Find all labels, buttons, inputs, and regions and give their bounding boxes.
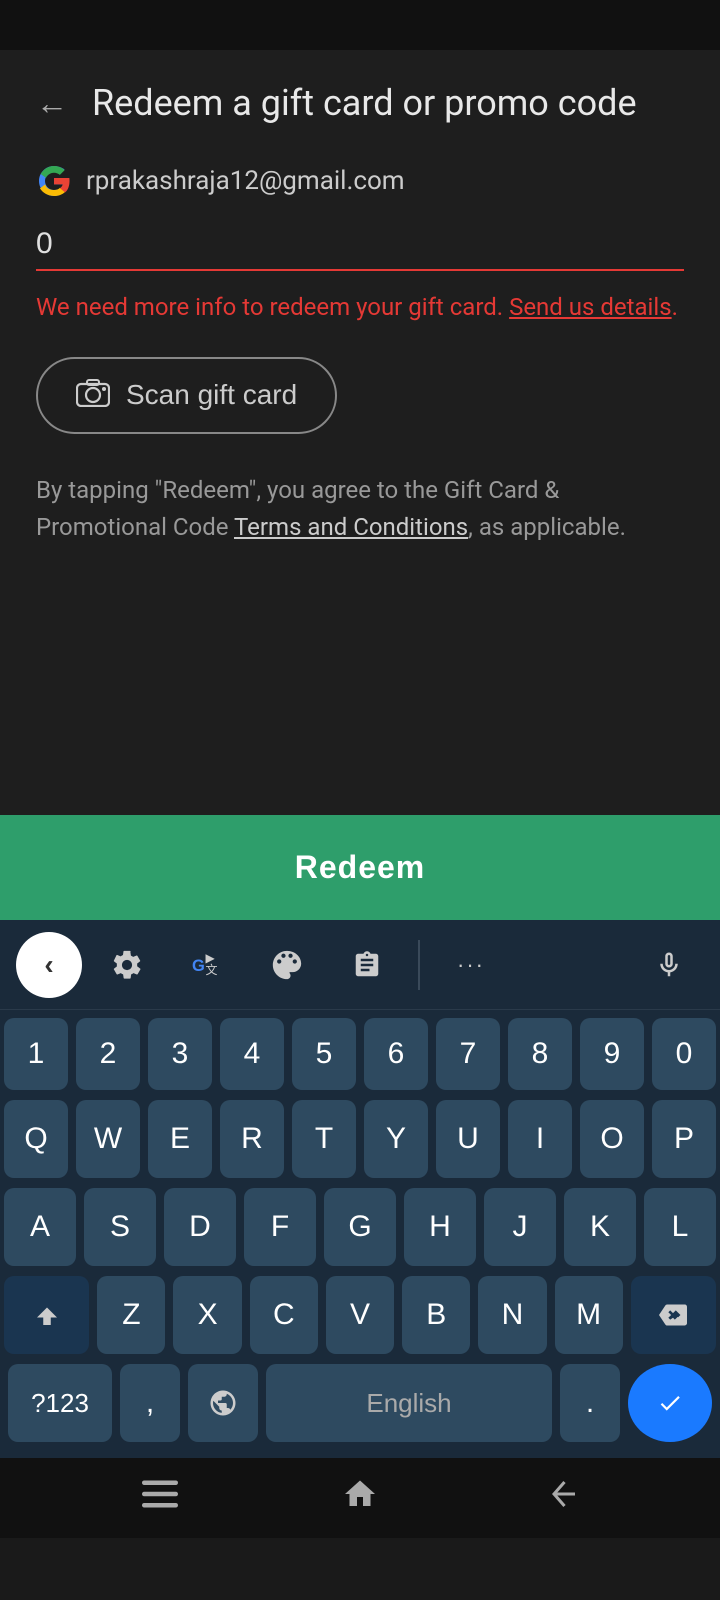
key-v[interactable]: V bbox=[326, 1276, 394, 1354]
globe-key[interactable] bbox=[188, 1364, 258, 1442]
redeem-button[interactable]: Redeem bbox=[0, 815, 720, 920]
key-n[interactable]: N bbox=[478, 1276, 546, 1354]
terms-link[interactable]: Terms and Conditions bbox=[234, 513, 468, 541]
header: ← Redeem a gift card or promo code bbox=[36, 80, 684, 127]
key-o[interactable]: O bbox=[580, 1100, 644, 1178]
key-3[interactable]: 3 bbox=[148, 1018, 212, 1090]
asdf-row: A S D F G H J K L bbox=[4, 1188, 716, 1266]
scan-button-label: Scan gift card bbox=[126, 379, 297, 411]
key-0[interactable]: 0 bbox=[652, 1018, 716, 1090]
key-r[interactable]: R bbox=[220, 1100, 284, 1178]
key-5[interactable]: 5 bbox=[292, 1018, 356, 1090]
main-content: ← Redeem a gift card or promo code rprak… bbox=[0, 50, 720, 920]
key-d[interactable]: D bbox=[164, 1188, 236, 1266]
key-e[interactable]: E bbox=[148, 1100, 212, 1178]
key-w[interactable]: W bbox=[76, 1100, 140, 1178]
input-container bbox=[36, 221, 684, 271]
key-k[interactable]: K bbox=[564, 1188, 636, 1266]
send-details-link[interactable]: Send us details bbox=[509, 293, 672, 321]
key-9[interactable]: 9 bbox=[580, 1018, 644, 1090]
key-b[interactable]: B bbox=[402, 1276, 470, 1354]
key-x[interactable]: X bbox=[173, 1276, 241, 1354]
zxcv-row: Z X C V B N M bbox=[4, 1276, 716, 1354]
key-i[interactable]: I bbox=[508, 1100, 572, 1178]
key-6[interactable]: 6 bbox=[364, 1018, 428, 1090]
key-p[interactable]: P bbox=[652, 1100, 716, 1178]
key-g[interactable]: G bbox=[324, 1188, 396, 1266]
shift-key[interactable] bbox=[4, 1276, 89, 1354]
promo-code-input[interactable] bbox=[36, 221, 684, 271]
key-t[interactable]: T bbox=[292, 1100, 356, 1178]
scan-gift-card-button[interactable]: Scan gift card bbox=[36, 357, 337, 434]
keyboard-area: ‹ G ▶ 文 ··· 1 2 3 4 bbox=[0, 920, 720, 1458]
number-row: 1 2 3 4 5 6 7 8 9 0 bbox=[4, 1018, 716, 1090]
key-2[interactable]: 2 bbox=[76, 1018, 140, 1090]
period-key[interactable]: . bbox=[560, 1364, 620, 1442]
key-c[interactable]: C bbox=[250, 1276, 318, 1354]
key-h[interactable]: H bbox=[404, 1188, 476, 1266]
space-key[interactable]: English bbox=[266, 1364, 552, 1442]
back-button[interactable]: ← bbox=[36, 84, 68, 122]
qwerty-row: Q W E R T Y U I O P bbox=[4, 1100, 716, 1178]
page-title: Redeem a gift card or promo code bbox=[92, 80, 637, 127]
key-f[interactable]: F bbox=[244, 1188, 316, 1266]
key-s[interactable]: S bbox=[84, 1188, 156, 1266]
error-message: We need more info to redeem your gift ca… bbox=[36, 289, 684, 325]
keyboard: 1 2 3 4 5 6 7 8 9 0 Q W E R T Y U I O P … bbox=[0, 1010, 720, 1458]
key-q[interactable]: Q bbox=[4, 1100, 68, 1178]
keyboard-more-button[interactable]: ··· bbox=[436, 930, 506, 1000]
key-l[interactable]: L bbox=[644, 1188, 716, 1266]
svg-text:G: G bbox=[192, 957, 205, 975]
key-u[interactable]: U bbox=[436, 1100, 500, 1178]
toolbar-divider bbox=[418, 940, 420, 990]
key-a[interactable]: A bbox=[4, 1188, 76, 1266]
keyboard-back-button[interactable]: ‹ bbox=[16, 932, 82, 998]
nav-back-icon[interactable] bbox=[542, 1476, 578, 1520]
nav-home-icon[interactable] bbox=[342, 1476, 378, 1520]
comma-key[interactable]: , bbox=[120, 1364, 180, 1442]
keyboard-translate-button[interactable]: G ▶ 文 bbox=[172, 930, 242, 1000]
nav-bar bbox=[0, 1458, 720, 1538]
key-1[interactable]: 1 bbox=[4, 1018, 68, 1090]
key-8[interactable]: 8 bbox=[508, 1018, 572, 1090]
bottom-row: ?123 , English . bbox=[4, 1364, 716, 1450]
camera-icon bbox=[76, 377, 110, 414]
enter-key[interactable] bbox=[628, 1364, 712, 1442]
keyboard-clipboard-button[interactable] bbox=[332, 930, 402, 1000]
key-m[interactable]: M bbox=[555, 1276, 623, 1354]
key-7[interactable]: 7 bbox=[436, 1018, 500, 1090]
key-z[interactable]: Z bbox=[97, 1276, 165, 1354]
nav-menu-icon[interactable] bbox=[142, 1480, 178, 1516]
account-row: rprakashraja12@gmail.com bbox=[36, 163, 684, 199]
keyboard-palette-button[interactable] bbox=[252, 930, 322, 1000]
backspace-key[interactable] bbox=[631, 1276, 716, 1354]
account-email: rprakashraja12@gmail.com bbox=[86, 166, 405, 196]
status-bar bbox=[0, 0, 720, 50]
key-4[interactable]: 4 bbox=[220, 1018, 284, 1090]
terms-text: By tapping "Redeem", you agree to the Gi… bbox=[36, 472, 684, 546]
key-j[interactable]: J bbox=[484, 1188, 556, 1266]
keyboard-settings-button[interactable] bbox=[92, 930, 162, 1000]
key-y[interactable]: Y bbox=[364, 1100, 428, 1178]
num-switch-key[interactable]: ?123 bbox=[8, 1364, 112, 1442]
svg-text:文: 文 bbox=[206, 962, 218, 977]
keyboard-mic-button[interactable] bbox=[634, 930, 704, 1000]
google-icon bbox=[36, 163, 72, 199]
keyboard-toolbar: ‹ G ▶ 文 ··· bbox=[0, 920, 720, 1010]
